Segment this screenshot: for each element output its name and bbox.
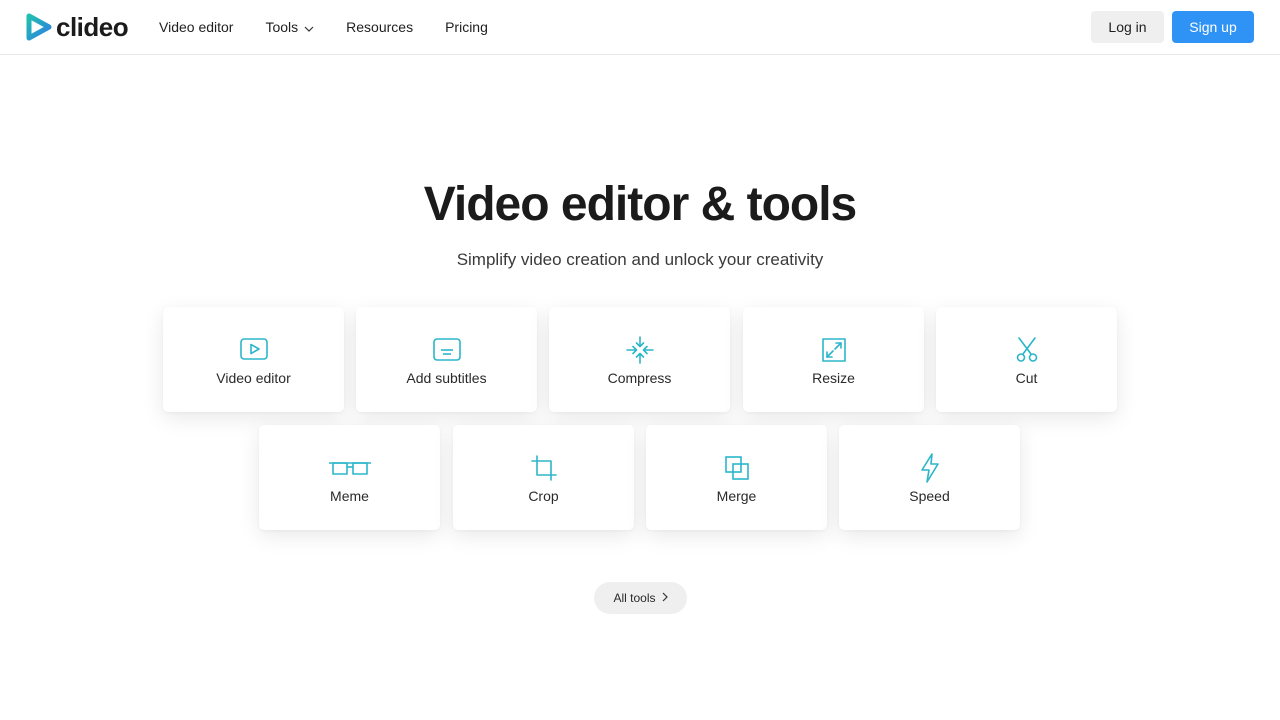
page-title: Video editor & tools	[423, 178, 857, 231]
compress-icon	[549, 336, 730, 364]
lightning-icon	[839, 453, 1020, 483]
resize-icon	[743, 336, 924, 364]
tool-card-meme[interactable]: Meme	[259, 425, 440, 530]
play-logo-icon	[26, 13, 52, 41]
login-button[interactable]: Log in	[1091, 11, 1164, 43]
all-tools-button[interactable]: All tools	[594, 582, 687, 614]
clideo-logo[interactable]: clideo	[26, 12, 129, 42]
tool-label: Meme	[330, 488, 369, 504]
nav-label: Resources	[346, 19, 414, 35]
nav-label: Video editor	[159, 19, 234, 35]
crop-icon	[453, 454, 634, 482]
main-nav: Video editor Tools Resources Pricing	[159, 0, 520, 54]
tool-card-crop[interactable]: Crop	[453, 425, 634, 530]
tool-label: Video editor	[216, 370, 291, 386]
tool-card-compress[interactable]: Compress	[549, 307, 730, 412]
merge-icon	[646, 454, 827, 482]
tool-label: Compress	[607, 370, 672, 386]
subtitles-icon	[356, 336, 537, 364]
brand-name: clideo	[56, 12, 129, 42]
tool-card-video-editor[interactable]: Video editor	[163, 307, 344, 412]
page-subtitle: Simplify video creation and unlock your …	[456, 250, 824, 269]
tool-label: Crop	[528, 488, 559, 504]
tool-card-speed[interactable]: Speed	[839, 425, 1020, 530]
nav-video-editor[interactable]: Video editor	[159, 19, 233, 35]
nav-resources[interactable]: Resources	[346, 19, 413, 35]
glasses-icon	[259, 454, 440, 482]
nav-label: Tools	[265, 19, 299, 35]
tool-card-add-subtitles[interactable]: Add subtitles	[356, 307, 537, 412]
tool-card-cut[interactable]: Cut	[936, 307, 1117, 412]
tool-card-resize[interactable]: Resize	[743, 307, 924, 412]
tool-label: Merge	[716, 488, 757, 504]
play-screen-icon	[163, 336, 344, 364]
tool-label: Resize	[812, 370, 855, 386]
tool-label: Cut	[1015, 370, 1038, 386]
nav-tools[interactable]: Tools	[265, 19, 314, 35]
tool-card-merge[interactable]: Merge	[646, 425, 827, 530]
tool-label: Speed	[909, 488, 950, 504]
site-header: clideo Video editor Tools Resources Pric…	[0, 0, 1280, 55]
all-tools-label: All tools	[613, 591, 656, 605]
nav-label: Pricing	[445, 19, 488, 35]
signup-button[interactable]: Sign up	[1172, 11, 1254, 43]
scissors-icon	[936, 336, 1117, 364]
chevron-down-icon	[304, 19, 314, 35]
nav-pricing[interactable]: Pricing	[445, 19, 488, 35]
tool-label: Add subtitles	[406, 370, 487, 386]
chevron-right-icon	[662, 591, 668, 605]
